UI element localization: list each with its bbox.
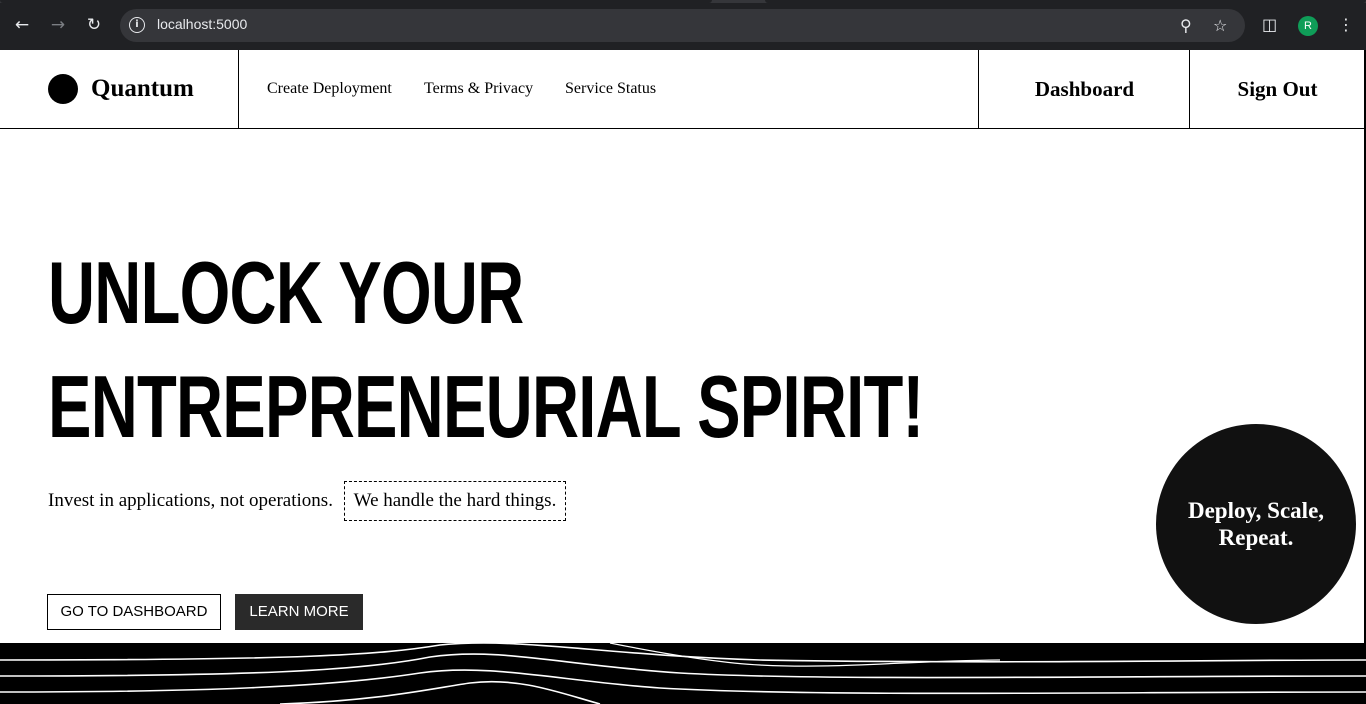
brand-name: Quantum	[91, 75, 194, 102]
deploy-scale-badge: Deploy, Scale, Repeat.	[1156, 424, 1356, 624]
decorative-waves	[0, 643, 1366, 704]
hero-title-line1: UNLOCK YOUR	[48, 243, 524, 342]
hero-highlight: We handle the hard things.	[344, 481, 566, 521]
hero-title-line2: ENTREPRENEURIAL SPIRIT!	[48, 357, 924, 456]
hero-title: UNLOCK YOUR ENTREPRENEURIAL SPIRIT!	[48, 236, 924, 464]
logo-circle-icon	[48, 74, 78, 104]
zoom-icon[interactable]: ⚲	[1180, 17, 1192, 35]
bookmark-star-icon[interactable]: ☆	[1213, 17, 1227, 35]
site-header: Quantum Create Deployment Terms & Privac…	[0, 50, 1364, 129]
hero-subtitle: Invest in applications, not operations.	[48, 490, 333, 511]
side-panel-icon[interactable]: ◫	[1262, 13, 1277, 37]
site-info-icon[interactable]: i	[129, 17, 145, 33]
address-bar[interactable]: i localhost:5000 ⚲ ☆	[120, 9, 1245, 42]
nav-terms-privacy[interactable]: Terms & Privacy	[424, 79, 533, 99]
back-icon[interactable]: ←	[10, 13, 34, 37]
tab-active-edge	[0, 0, 712, 3]
learn-more-button[interactable]: LEARN MORE	[235, 594, 363, 630]
badge-text: Deploy, Scale, Repeat.	[1187, 498, 1325, 550]
go-to-dashboard-button[interactable]: GO TO DASHBOARD	[47, 594, 221, 630]
brand[interactable]: Quantum	[0, 50, 239, 128]
forward-icon[interactable]: →	[46, 13, 70, 37]
url-text[interactable]: localhost:5000	[157, 16, 247, 32]
menu-kebab-icon[interactable]: ⋮	[1338, 13, 1354, 37]
sign-out-button[interactable]: Sign Out	[1189, 50, 1365, 128]
tab-edge	[765, 0, 1366, 3]
reload-icon[interactable]: ↻	[82, 13, 106, 37]
tab-strip	[0, 0, 1366, 3]
profile-avatar[interactable]: R	[1298, 16, 1318, 36]
nav-service-status[interactable]: Service Status	[565, 79, 656, 99]
dashboard-button[interactable]: Dashboard	[978, 50, 1190, 128]
browser-toolbar: ← → ↻ i localhost:5000 ⚲ ☆ ◫ R ⋮	[0, 0, 1366, 50]
nav-create-deployment[interactable]: Create Deployment	[267, 79, 392, 99]
